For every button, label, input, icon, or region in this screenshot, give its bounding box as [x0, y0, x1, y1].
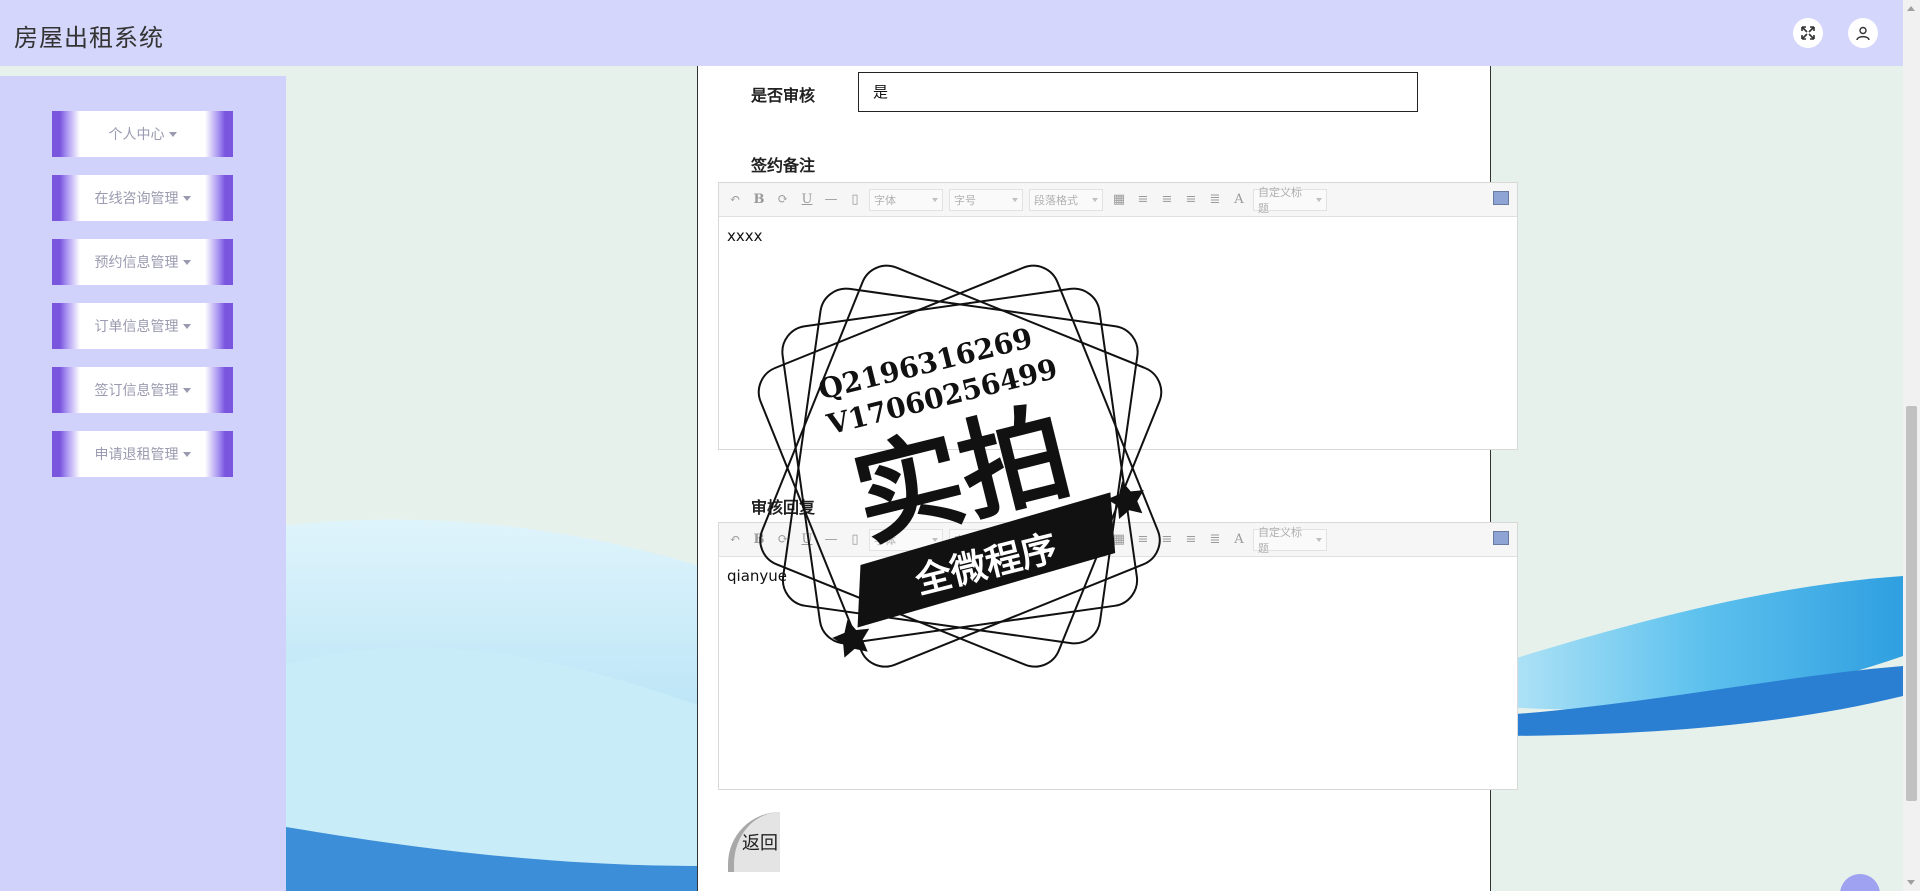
- back-button[interactable]: 返回: [728, 812, 780, 872]
- source-code-icon[interactable]: [1493, 191, 1509, 205]
- sidebar-item-label: 预约信息管理: [94, 255, 179, 271]
- page-scrollbar[interactable]: [1903, 0, 1920, 891]
- app-title: 房屋出租系统: [14, 24, 164, 52]
- editor-toolbar: ↶ B ⟳ U — ▯ 字体 字号 段落格式 ▦ ≡ ≡ ≡ ≣ A 自定义标题: [719, 183, 1517, 217]
- user-icon: [1856, 26, 1870, 41]
- expand-icon: [1801, 26, 1815, 40]
- sidebar-item-label: 订单信息管理: [94, 319, 179, 335]
- remark-editor[interactable]: ↶ B ⟳ U — ▯ 字体 字号 段落格式 ▦ ≡ ≡ ≡ ≣ A 自定义标题…: [718, 182, 1518, 450]
- sidebar-item-orders[interactable]: 订单信息管理: [52, 303, 233, 349]
- scroll-down-icon[interactable]: [1907, 880, 1915, 885]
- source-code-icon[interactable]: [1493, 531, 1509, 545]
- paragraph-select[interactable]: 段落格式: [1029, 188, 1103, 211]
- remark-content[interactable]: xxxx: [719, 217, 1517, 255]
- detail-form-panel: 是否审核 是 签约备注 ↶ B ⟳ U — ▯ 字体 字号 段落格式 ▦ ≡ ≡…: [697, 66, 1518, 891]
- reply-content[interactable]: qianyue: [719, 557, 1517, 595]
- caret-down-icon: [182, 451, 191, 457]
- font-select[interactable]: 字体: [869, 528, 943, 551]
- custom-title-select[interactable]: 自定义标题: [1253, 186, 1327, 215]
- custom-title-select[interactable]: 自定义标题: [1253, 526, 1327, 555]
- sidebar-item-label: 个人中心: [108, 127, 165, 143]
- paragraph-select[interactable]: 段落格式: [1029, 528, 1103, 551]
- sidebar-item-terminate[interactable]: 申请退租管理: [52, 431, 233, 477]
- format-brush-icon[interactable]: ⟳: [773, 190, 793, 210]
- caret-down-icon: [182, 323, 191, 329]
- caret-down-icon: [182, 259, 191, 265]
- size-select[interactable]: 字号: [949, 528, 1023, 551]
- sidebar-item-consult[interactable]: 在线咨询管理: [52, 175, 233, 221]
- font-color-icon[interactable]: A: [1229, 190, 1249, 210]
- align-center-icon[interactable]: ≡: [1181, 530, 1201, 550]
- horizontal-rule-icon[interactable]: —: [821, 190, 841, 210]
- page-icon[interactable]: ▯: [845, 530, 865, 550]
- caret-down-icon: [182, 195, 191, 201]
- justify-icon[interactable]: ≣: [1205, 530, 1225, 550]
- undo-icon[interactable]: ↶: [725, 530, 745, 550]
- align-right-icon[interactable]: ≡: [1157, 190, 1177, 210]
- remark-label: 签约备注: [751, 156, 816, 175]
- caret-down-icon: [182, 387, 191, 393]
- horizontal-rule-icon[interactable]: —: [821, 530, 841, 550]
- sidebar-item-label: 签订信息管理: [94, 383, 179, 399]
- undo-icon[interactable]: ↶: [725, 190, 745, 210]
- sidebar-item-label: 申请退租管理: [94, 447, 179, 463]
- reply-label: 审核回复: [751, 498, 816, 517]
- audit-label: 是否审核: [751, 86, 816, 105]
- underline-icon[interactable]: U: [797, 190, 817, 210]
- size-select[interactable]: 字号: [949, 188, 1023, 211]
- justify-icon[interactable]: ≣: [1205, 190, 1225, 210]
- scroll-thumb[interactable]: [1906, 406, 1917, 801]
- sidebar-item-label: 在线咨询管理: [94, 191, 179, 207]
- align-right-icon[interactable]: ≡: [1157, 530, 1177, 550]
- font-color-icon[interactable]: A: [1229, 530, 1249, 550]
- reply-editor[interactable]: ↶ B ⟳ U — ▯ 字体 字号 段落格式 ▦ ≡ ≡ ≡ ≣ A 自定义标题…: [718, 522, 1518, 790]
- sidebar-item-personal-center[interactable]: 个人中心: [52, 111, 233, 157]
- align-left-icon[interactable]: ≡: [1133, 530, 1153, 550]
- fullscreen-button[interactable]: [1793, 18, 1823, 48]
- align-center-icon[interactable]: ≡: [1181, 190, 1201, 210]
- sidebar: 个人中心 在线咨询管理 预约信息管理 订单信息管理 签订信息管理 申请退租管理: [0, 76, 286, 891]
- table-icon[interactable]: ▦: [1109, 190, 1129, 210]
- underline-icon[interactable]: U: [797, 530, 817, 550]
- scroll-up-icon[interactable]: [1907, 6, 1915, 11]
- page-icon[interactable]: ▯: [845, 190, 865, 210]
- bold-icon[interactable]: B: [749, 190, 769, 210]
- top-header: 房屋出租系统: [0, 0, 1903, 66]
- audit-input[interactable]: 是: [858, 72, 1418, 112]
- bold-icon[interactable]: B: [749, 530, 769, 550]
- align-left-icon[interactable]: ≡: [1133, 190, 1153, 210]
- table-icon[interactable]: ▦: [1109, 530, 1129, 550]
- font-select[interactable]: 字体: [869, 188, 943, 211]
- editor-toolbar: ↶ B ⟳ U — ▯ 字体 字号 段落格式 ▦ ≡ ≡ ≡ ≣ A 自定义标题: [719, 523, 1517, 557]
- caret-down-icon: [168, 131, 177, 137]
- sidebar-item-contracts[interactable]: 签订信息管理: [52, 367, 233, 413]
- sidebar-item-booking[interactable]: 预约信息管理: [52, 239, 233, 285]
- user-button[interactable]: [1848, 18, 1878, 48]
- format-brush-icon[interactable]: ⟳: [773, 530, 793, 550]
